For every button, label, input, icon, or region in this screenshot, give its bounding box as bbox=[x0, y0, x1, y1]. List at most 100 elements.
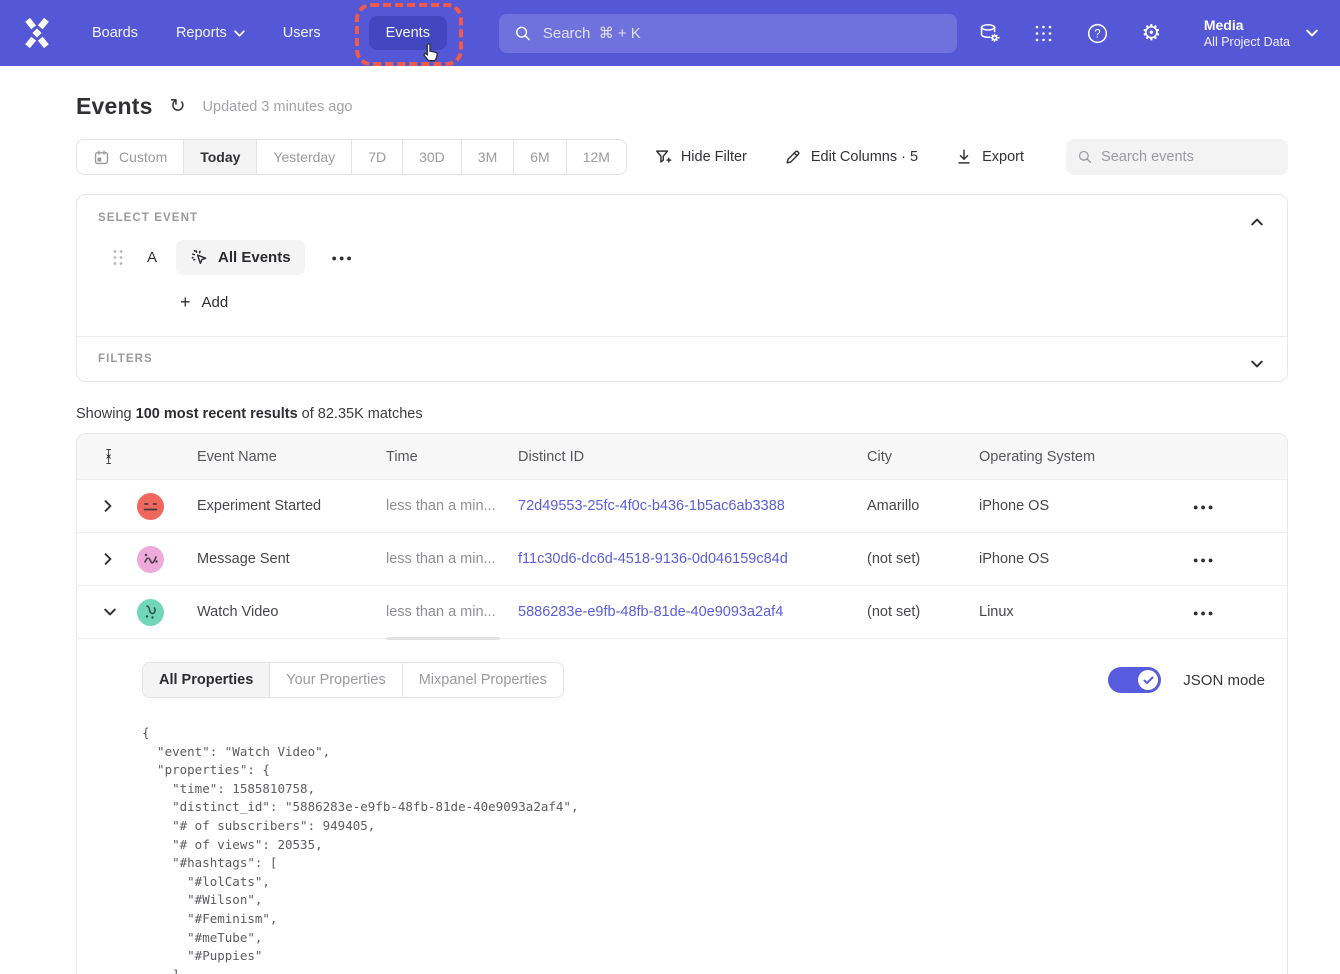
row-actions-button[interactable]: ●●● bbox=[1193, 555, 1215, 565]
nav-item-boards[interactable]: Boards bbox=[92, 25, 138, 41]
column-header-os[interactable]: Operating System bbox=[979, 449, 1193, 465]
date-range-3m[interactable]: 3M bbox=[462, 140, 514, 174]
date-range-7d[interactable]: 7D bbox=[352, 140, 403, 174]
date-range-today[interactable]: Today bbox=[184, 140, 257, 174]
help-icon[interactable]: ? bbox=[1086, 22, 1109, 45]
data-management-icon[interactable] bbox=[978, 22, 1001, 45]
chevron-down-icon bbox=[1306, 29, 1318, 37]
filters-label: FILTERS bbox=[98, 353, 1266, 365]
hide-filter-button[interactable]: Hide Filter bbox=[654, 148, 747, 166]
query-builder-card: SELECT EVENT A All Events bbox=[76, 194, 1288, 382]
date-range-6m[interactable]: 6M bbox=[514, 140, 566, 174]
distinct-id-link[interactable]: f11c30d6-dc6d-4518-9136-0d046159c84d bbox=[518, 551, 788, 567]
column-header-city[interactable]: City bbox=[867, 449, 979, 465]
global-search-input[interactable] bbox=[543, 25, 941, 42]
expand-row-icon[interactable] bbox=[104, 553, 112, 565]
global-search[interactable] bbox=[499, 14, 957, 53]
sparkle-cursor-icon bbox=[190, 248, 209, 267]
tab-all-properties[interactable]: All Properties bbox=[143, 663, 270, 697]
event-name-cell: Message Sent bbox=[197, 551, 386, 567]
column-header-distinct-id[interactable]: Distinct ID bbox=[518, 449, 867, 465]
drag-handle-icon[interactable] bbox=[112, 249, 124, 266]
apps-grid-icon[interactable] bbox=[1032, 22, 1055, 45]
column-header-event-name[interactable]: Event Name bbox=[197, 449, 386, 465]
search-icon bbox=[515, 25, 531, 42]
date-range-picker: Custom Today Yesterday 7D 30D 3M 6M 12M bbox=[76, 139, 627, 175]
nav-item-reports[interactable]: Reports bbox=[176, 25, 245, 41]
event-selector-chip[interactable]: All Events bbox=[176, 240, 305, 275]
column-scroll-indicator[interactable] bbox=[386, 637, 500, 640]
table-row-expanded: Watch Video less than a min... 5886283e-… bbox=[77, 585, 1287, 638]
json-mode-label: JSON mode bbox=[1183, 672, 1265, 689]
refresh-icon[interactable]: ↻ bbox=[170, 97, 186, 116]
updated-timestamp: Updated 3 minutes ago bbox=[203, 99, 353, 115]
table-header-row: ↧↥ Event Name Time Distinct ID City Oper… bbox=[77, 434, 1287, 479]
top-navbar: Boards Reports Users Events bbox=[0, 0, 1340, 66]
search-icon bbox=[1078, 149, 1092, 165]
properties-tabs: All Properties Your Properties Mixpanel … bbox=[142, 662, 564, 698]
select-event-label: SELECT EVENT bbox=[98, 212, 1266, 224]
svg-text:?: ? bbox=[1094, 28, 1100, 40]
results-summary: Showing 100 most recent results of 82.35… bbox=[76, 406, 1288, 422]
pencil-icon bbox=[784, 148, 802, 166]
select-event-section: SELECT EVENT A All Events bbox=[77, 195, 1287, 336]
time-cell: less than a min... bbox=[386, 551, 518, 567]
add-event-button[interactable]: + Add bbox=[180, 293, 1266, 311]
city-cell: Amarillo bbox=[867, 498, 979, 514]
edit-columns-button[interactable]: Edit Columns · 5 bbox=[784, 148, 918, 166]
toggle-knob bbox=[1138, 670, 1158, 690]
table-row: Message Sent less than a min... f11c30d6… bbox=[77, 532, 1287, 585]
city-cell: (not set) bbox=[867, 551, 979, 567]
date-range-yesterday[interactable]: Yesterday bbox=[257, 140, 352, 174]
row-actions-button[interactable]: ●●● bbox=[1193, 502, 1215, 512]
column-header-time[interactable]: Time bbox=[386, 449, 518, 465]
settings-gear-icon[interactable]: ⚙ bbox=[1140, 22, 1163, 45]
step-letter: A bbox=[147, 249, 157, 266]
project-scope: All Project Data bbox=[1204, 35, 1290, 49]
filters-section: FILTERS bbox=[77, 337, 1287, 381]
search-events-input[interactable] bbox=[1101, 149, 1276, 165]
collapse-section-button[interactable] bbox=[1247, 209, 1267, 235]
date-range-custom[interactable]: Custom bbox=[77, 140, 184, 174]
distinct-id-link[interactable]: 5886283e-e9fb-48fb-81de-40e9093a2af4 bbox=[518, 604, 783, 620]
event-detail-panel: All Properties Your Properties Mixpanel … bbox=[77, 638, 1287, 974]
os-cell: iPhone OS bbox=[979, 498, 1193, 514]
search-events[interactable] bbox=[1066, 139, 1288, 175]
event-name-cell: Experiment Started bbox=[197, 498, 386, 514]
event-avatar bbox=[137, 599, 164, 626]
date-range-30d[interactable]: 30D bbox=[403, 140, 462, 174]
time-cell: less than a min... bbox=[386, 604, 518, 620]
city-cell: (not set) bbox=[867, 604, 979, 620]
hand-cursor-icon bbox=[420, 41, 443, 64]
selected-event-name: All Events bbox=[218, 249, 291, 266]
mixpanel-logo-icon[interactable] bbox=[20, 16, 54, 50]
date-range-12m[interactable]: 12M bbox=[567, 140, 626, 174]
calendar-icon bbox=[93, 149, 110, 166]
row-actions-button[interactable]: ●●● bbox=[1193, 608, 1215, 618]
event-avatar bbox=[137, 493, 164, 520]
filter-plus-icon bbox=[654, 148, 672, 166]
collapse-row-icon[interactable] bbox=[104, 608, 116, 616]
plus-icon: + bbox=[180, 293, 191, 311]
expand-row-icon[interactable] bbox=[104, 500, 112, 512]
time-cell: less than a min... bbox=[386, 498, 518, 514]
export-button[interactable]: Export bbox=[955, 148, 1024, 166]
collapse-all-rows-icon[interactable]: ↧↥ bbox=[104, 450, 113, 464]
tab-mixpanel-properties[interactable]: Mixpanel Properties bbox=[403, 663, 563, 697]
page-title: Events bbox=[76, 93, 153, 120]
nav-item-users[interactable]: Users bbox=[283, 25, 321, 41]
distinct-id-link[interactable]: 72d49553-25fc-4f0c-b436-1b5ac6ab3388 bbox=[518, 498, 785, 514]
json-mode-toggle[interactable] bbox=[1108, 667, 1161, 693]
table-row: Experiment Started less than a min... 72… bbox=[77, 479, 1287, 532]
os-cell: Linux bbox=[979, 604, 1193, 620]
event-options-button[interactable]: ●●● bbox=[332, 253, 354, 263]
expand-filters-button[interactable] bbox=[1247, 351, 1267, 377]
tab-your-properties[interactable]: Your Properties bbox=[270, 663, 402, 697]
events-table: ↧↥ Event Name Time Distinct ID City Oper… bbox=[76, 433, 1288, 974]
project-name: Media bbox=[1204, 17, 1290, 33]
event-avatar bbox=[137, 546, 164, 573]
project-selector[interactable]: Media All Project Data bbox=[1204, 17, 1318, 49]
download-icon bbox=[955, 148, 973, 166]
os-cell: iPhone OS bbox=[979, 551, 1193, 567]
chevron-down-icon bbox=[234, 30, 245, 37]
